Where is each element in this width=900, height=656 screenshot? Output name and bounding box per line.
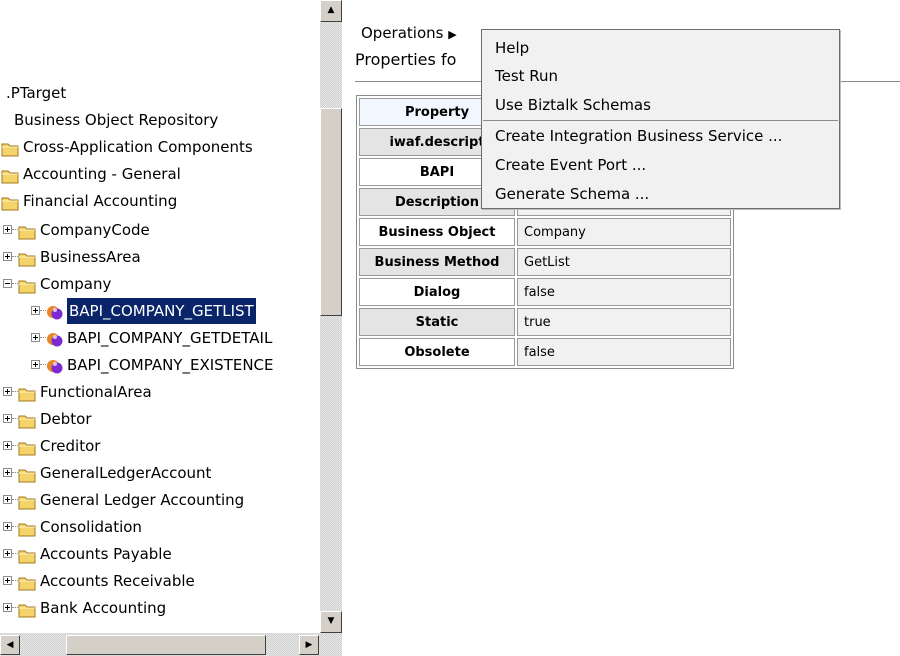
folder-icon [18, 465, 36, 483]
menu-separator [483, 120, 838, 121]
menu-item-help[interactable]: Help [495, 35, 529, 61]
bapi-method-icon [45, 303, 65, 320]
context-menu: Help Test Run Use Biztalk Schemas Create… [481, 29, 840, 209]
tree-category-label: Accounting - General [23, 165, 181, 183]
tree-node-label: CompanyCode [40, 221, 150, 239]
expand-icon[interactable] [3, 414, 12, 423]
folder-icon [1, 166, 19, 184]
tree-category-label: Financial Accounting [23, 192, 178, 210]
expand-icon[interactable] [3, 468, 12, 477]
scroll-thumb[interactable] [320, 108, 342, 316]
expand-icon[interactable] [3, 225, 12, 234]
tree-vertical-scrollbar[interactable]: ▲ ▼ [320, 0, 342, 633]
property-value: GetList [517, 248, 731, 276]
folder-icon [18, 492, 36, 510]
scroll-left-button[interactable]: ◀ [0, 635, 20, 655]
table-row: Static true [359, 308, 731, 336]
table-row: Obsolete false [359, 338, 731, 366]
property-name: Business Method [359, 248, 515, 276]
property-name: Dialog [359, 278, 515, 306]
table-row: Business Method GetList [359, 248, 731, 276]
property-name: Business Object [359, 218, 515, 246]
collapse-icon[interactable] [3, 279, 12, 288]
property-value: true [517, 308, 731, 336]
folder-icon [1, 193, 19, 211]
bapi-method-icon [45, 357, 65, 374]
property-name: Static [359, 308, 515, 336]
expand-icon[interactable] [31, 333, 40, 342]
expand-icon[interactable] [3, 495, 12, 504]
tree-horizontal-scrollbar[interactable]: ◀ ▶ [0, 633, 342, 656]
tree-bapi-label: BAPI_COMPANY_EXISTENCE [67, 356, 274, 374]
folder-icon [18, 276, 36, 294]
expand-icon[interactable] [3, 576, 12, 585]
property-value: false [517, 338, 731, 366]
tree-node-label: GeneralLedgerAccount [40, 464, 212, 482]
property-value: Company [517, 218, 731, 246]
menu-item-use-biztalk-schemas[interactable]: Use Biztalk Schemas [495, 92, 651, 118]
expand-icon[interactable] [3, 522, 12, 531]
tree-node-label: Company [40, 275, 112, 293]
tree-node-label: Consolidation [40, 518, 142, 536]
table-row: Business Object Company [359, 218, 731, 246]
tree-node-label: Accounts Payable [40, 545, 172, 563]
tree-category-label: Cross-Application Components [23, 138, 253, 156]
table-row: Dialog false [359, 278, 731, 306]
scroll-right-button[interactable]: ▶ [299, 635, 319, 655]
folder-icon [18, 573, 36, 591]
tree-bapi-label: BAPI_COMPANY_GETDETAIL [67, 329, 273, 347]
tree-node-label: Debtor [40, 410, 92, 428]
expand-icon[interactable] [3, 441, 12, 450]
breadcrumb: Operations ▶ [361, 24, 457, 42]
object-tree[interactable]: .PTarget Business Object Repository Cros… [0, 0, 343, 656]
expand-icon[interactable] [3, 603, 12, 612]
scroll-down-button[interactable]: ▼ [320, 611, 342, 633]
tree-node-label: FunctionalArea [40, 383, 152, 401]
expand-icon[interactable] [3, 387, 12, 396]
menu-item-create-integration-business-service[interactable]: Create Integration Business Service ... [495, 123, 782, 149]
expand-icon[interactable] [3, 252, 12, 261]
folder-icon [18, 600, 36, 618]
tree-node-label: Creditor [40, 437, 101, 455]
menu-item-generate-schema[interactable]: Generate Schema ... [495, 181, 649, 207]
folder-icon [18, 384, 36, 402]
properties-title: Properties fo [355, 50, 457, 69]
property-name: Obsolete [359, 338, 515, 366]
expand-icon[interactable] [31, 306, 40, 315]
folder-icon [18, 438, 36, 456]
folder-icon [18, 546, 36, 564]
folder-icon [18, 411, 36, 429]
folder-icon [18, 222, 36, 240]
tree-bapi-label: BAPI_COMPANY_GETLIST [66, 297, 257, 325]
expand-icon[interactable] [31, 360, 40, 369]
menu-item-test-run[interactable]: Test Run [495, 63, 558, 89]
tree-node-label: Bank Accounting [40, 599, 167, 617]
bapi-method-icon [45, 330, 65, 347]
expand-icon[interactable] [3, 549, 12, 558]
breadcrumb-arrow-icon: ▶ [448, 28, 457, 41]
folder-icon [18, 519, 36, 537]
folder-icon [1, 139, 19, 157]
tree-node-label: General Ledger Accounting [40, 491, 245, 509]
tree-node-label: Accounts Receivable [40, 572, 195, 590]
property-value: false [517, 278, 731, 306]
scroll-up-button[interactable]: ▲ [320, 0, 342, 22]
tree-node-label: BusinessArea [40, 248, 141, 266]
menu-item-create-event-port[interactable]: Create Event Port ... [495, 152, 646, 178]
breadcrumb-operations[interactable]: Operations [361, 24, 443, 42]
folder-icon [18, 249, 36, 267]
hscroll-thumb[interactable] [66, 635, 266, 655]
